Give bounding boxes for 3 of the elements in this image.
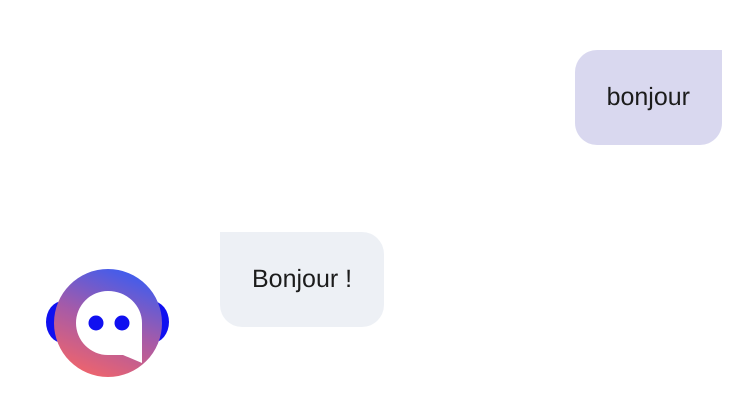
chatbot-avatar-icon [45, 268, 170, 378]
bot-message: Bonjour ! [220, 232, 384, 327]
user-message: bonjour [574, 50, 722, 145]
